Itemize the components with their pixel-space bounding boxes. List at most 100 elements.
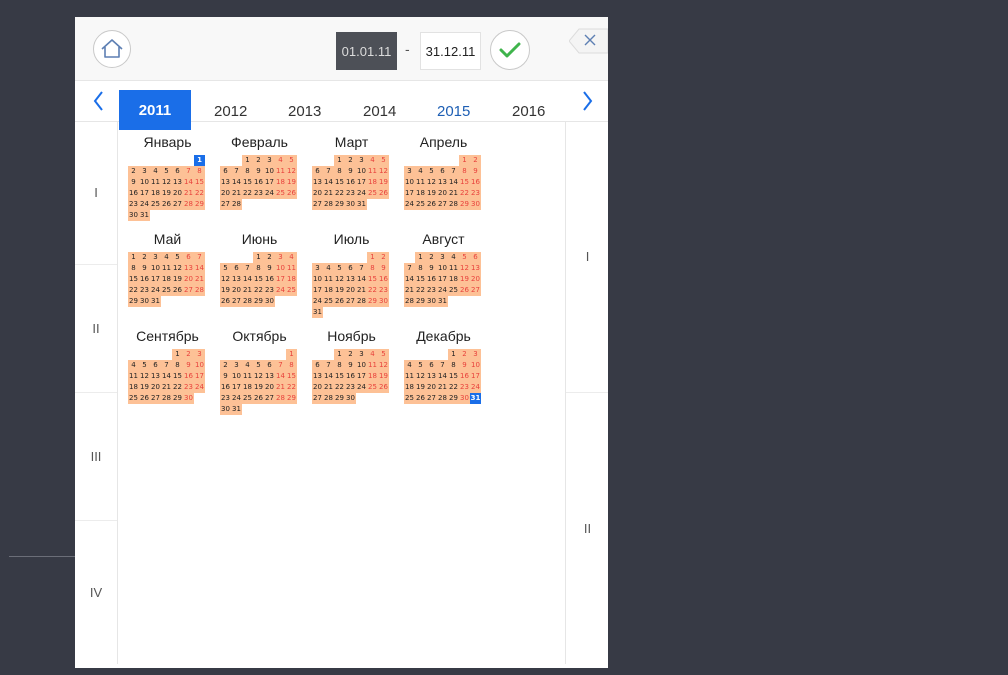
day-cell[interactable]: 25 (404, 393, 415, 404)
day-cell[interactable]: 8 (286, 360, 297, 371)
day-cell[interactable]: 22 (253, 285, 264, 296)
day-cell[interactable]: 26 (426, 199, 437, 210)
day-cell[interactable]: 4 (242, 360, 253, 371)
day-cell[interactable]: 24 (437, 285, 448, 296)
day-cell[interactable]: 7 (194, 252, 205, 263)
day-cell[interactable]: 8 (334, 166, 345, 177)
day-cell[interactable]: 23 (253, 188, 264, 199)
day-cell[interactable]: 5 (286, 155, 297, 166)
day-cell[interactable]: 22 (172, 382, 183, 393)
day-cell[interactable]: 25 (367, 188, 378, 199)
day-cell[interactable]: 8 (253, 263, 264, 274)
day-cell[interactable]: 14 (404, 274, 415, 285)
day-cell[interactable]: 11 (161, 263, 172, 274)
day-cell[interactable]: 1 (286, 349, 297, 360)
day-cell[interactable]: 8 (367, 263, 378, 274)
day-cell[interactable]: 31 (231, 404, 242, 415)
day-cell[interactable]: 16 (220, 382, 231, 393)
day-cell[interactable]: 11 (242, 371, 253, 382)
day-cell[interactable]: 27 (426, 393, 437, 404)
day-cell[interactable]: 2 (345, 155, 356, 166)
day-cell[interactable]: 22 (459, 188, 470, 199)
day-cell[interactable]: 8 (448, 360, 459, 371)
confirm-button[interactable] (490, 30, 530, 70)
day-cell[interactable]: 19 (161, 188, 172, 199)
day-cell[interactable]: 18 (404, 382, 415, 393)
month-name[interactable]: Декабрь (403, 328, 484, 344)
day-cell[interactable]: 13 (312, 371, 323, 382)
day-cell[interactable]: 27 (264, 393, 275, 404)
day-cell[interactable]: 19 (286, 177, 297, 188)
day-cell[interactable]: 31 (356, 199, 367, 210)
day-cell[interactable]: 23 (470, 188, 481, 199)
date-to-input[interactable]: 31.12.11 (420, 32, 481, 70)
day-cell[interactable]: 16 (264, 274, 275, 285)
day-cell[interactable]: 27 (312, 199, 323, 210)
day-cell[interactable]: 16 (139, 274, 150, 285)
day-cell[interactable]: 19 (172, 274, 183, 285)
day-cell[interactable]: 15 (128, 274, 139, 285)
day-cell[interactable]: 2 (378, 252, 389, 263)
day-cell[interactable]: 1 (253, 252, 264, 263)
day-cell[interactable]: 7 (275, 360, 286, 371)
day-cell[interactable]: 20 (312, 188, 323, 199)
day-cell[interactable]: 18 (161, 274, 172, 285)
day-cell[interactable]: 22 (367, 285, 378, 296)
day-cell[interactable]: 22 (242, 188, 253, 199)
day-cell[interactable]: 28 (404, 296, 415, 307)
day-cell[interactable]: 13 (264, 371, 275, 382)
day-cell[interactable]: 1 (334, 349, 345, 360)
day-cell[interactable]: 9 (128, 177, 139, 188)
day-cell[interactable]: 13 (437, 177, 448, 188)
day-cell[interactable]: 14 (183, 177, 194, 188)
day-cell[interactable]: 20 (150, 382, 161, 393)
month-name[interactable]: Октябрь (219, 328, 300, 344)
day-cell[interactable]: 4 (448, 252, 459, 263)
day-cell[interactable]: 2 (426, 252, 437, 263)
day-cell[interactable]: 20 (231, 285, 242, 296)
day-cell[interactable]: 12 (220, 274, 231, 285)
day-cell[interactable]: 26 (139, 393, 150, 404)
day-cell[interactable]: 21 (183, 188, 194, 199)
day-cell[interactable]: 2 (220, 360, 231, 371)
day-cell[interactable]: 26 (334, 296, 345, 307)
day-cell[interactable]: 26 (172, 285, 183, 296)
day-cell[interactable]: 5 (139, 360, 150, 371)
day-cell[interactable]: 26 (253, 393, 264, 404)
quarter-3[interactable]: III (75, 393, 117, 521)
day-cell[interactable]: 11 (150, 177, 161, 188)
day-cell[interactable]: 3 (404, 166, 415, 177)
day-cell[interactable]: 26 (220, 296, 231, 307)
day-cell[interactable]: 15 (334, 177, 345, 188)
day-cell[interactable]: 21 (323, 382, 334, 393)
day-cell[interactable]: 25 (275, 188, 286, 199)
day-cell[interactable]: 9 (264, 263, 275, 274)
day-cell[interactable]: 21 (323, 188, 334, 199)
day-cell[interactable]: 25 (448, 285, 459, 296)
day-cell[interactable]: 4 (415, 166, 426, 177)
day-cell[interactable]: 6 (264, 360, 275, 371)
day-cell[interactable]: 17 (404, 188, 415, 199)
day-cell[interactable]: 15 (242, 177, 253, 188)
year-tab[interactable]: 2013 (288, 103, 321, 120)
day-cell[interactable]: 23 (139, 285, 150, 296)
day-cell[interactable]: 12 (378, 360, 389, 371)
chevron-left-icon[interactable] (91, 91, 107, 111)
day-cell[interactable]: 7 (323, 360, 334, 371)
day-cell[interactable]: 7 (183, 166, 194, 177)
day-cell[interactable]: 3 (194, 349, 205, 360)
day-cell[interactable]: 17 (275, 274, 286, 285)
month-name[interactable]: Август (403, 231, 484, 247)
day-cell[interactable]: 28 (194, 285, 205, 296)
month-name[interactable]: Январь (127, 134, 208, 150)
day-cell[interactable]: 10 (139, 177, 150, 188)
day-cell[interactable]: 7 (161, 360, 172, 371)
day-cell[interactable]: 12 (172, 263, 183, 274)
day-cell[interactable]: 1 (128, 252, 139, 263)
day-cell[interactable]: 21 (161, 382, 172, 393)
day-cell[interactable]: 5 (253, 360, 264, 371)
day-cell[interactable]: 27 (231, 296, 242, 307)
day-cell[interactable]: 28 (242, 296, 253, 307)
day-cell[interactable]: 26 (459, 285, 470, 296)
day-cell[interactable]: 20 (172, 188, 183, 199)
